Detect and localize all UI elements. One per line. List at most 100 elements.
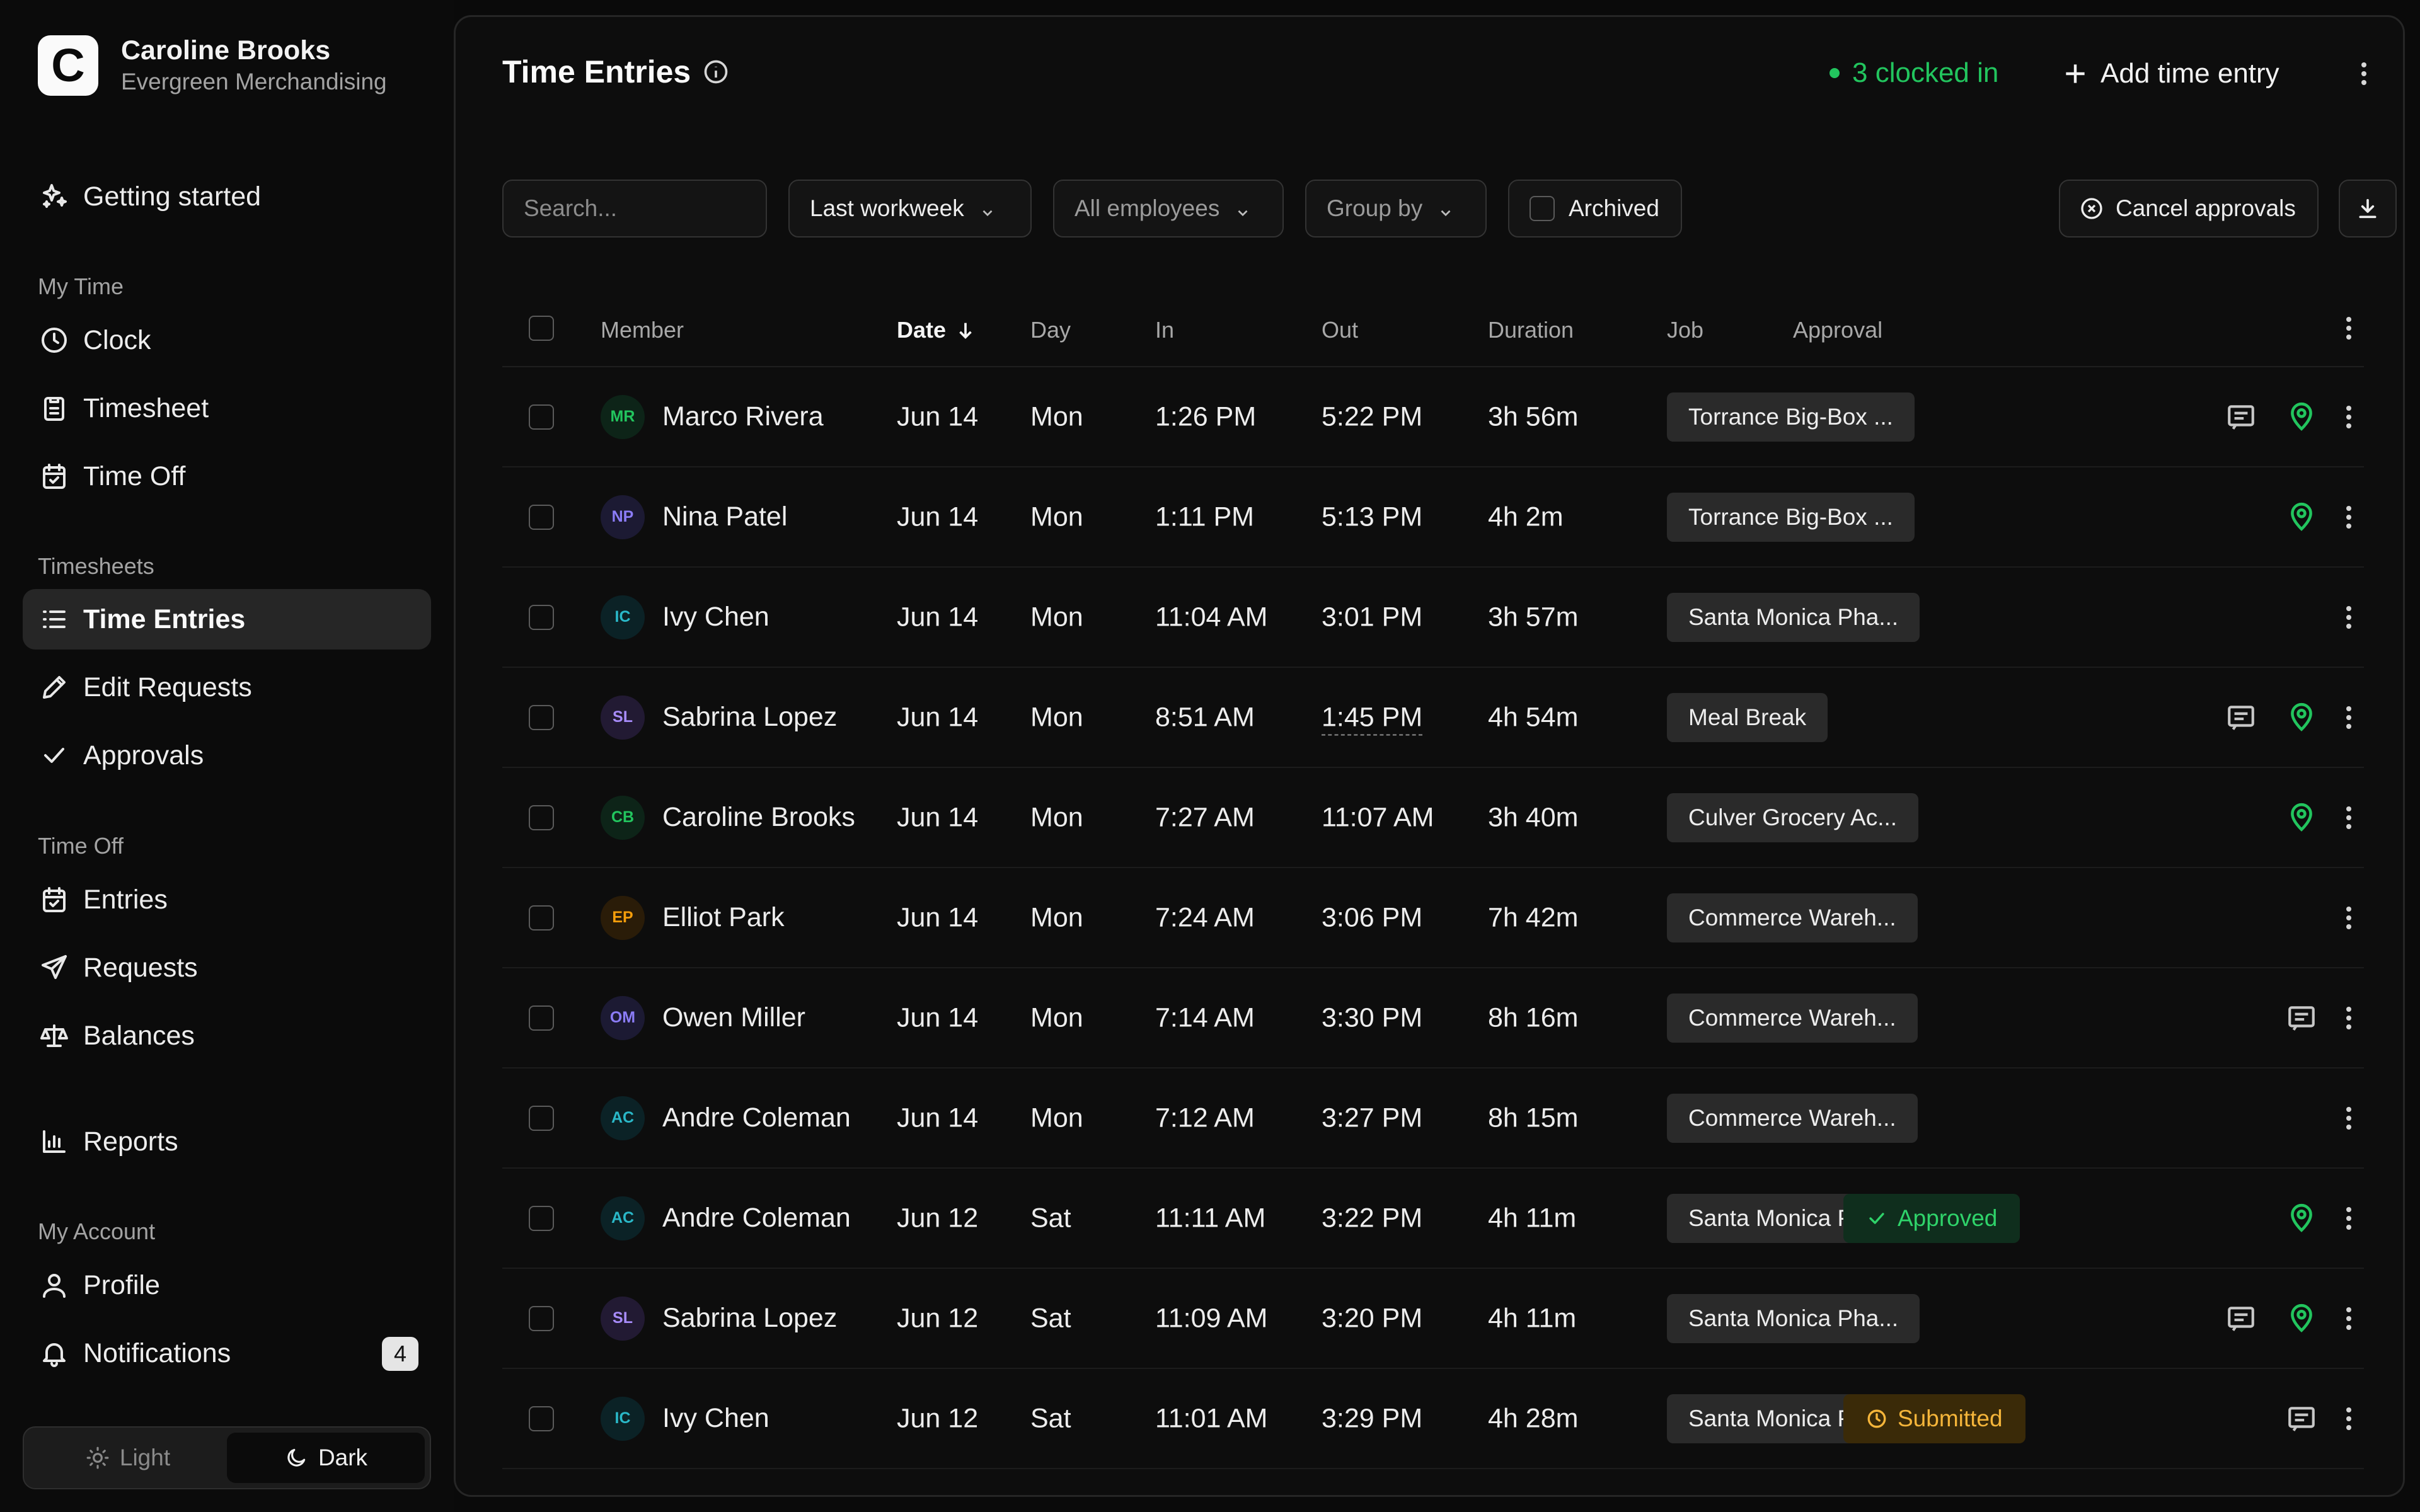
more-options-icon[interactable] <box>2349 55 2379 93</box>
row-checkbox[interactable] <box>529 705 554 730</box>
job-tag[interactable]: Torrance Big-Box ... <box>1667 492 1915 542</box>
sidebar-item-approvals[interactable]: Approvals <box>23 725 431 786</box>
note-icon[interactable] <box>2225 401 2257 433</box>
sidebar-item-getting-started[interactable]: Getting started <box>23 166 431 227</box>
location-pin-icon[interactable] <box>2286 501 2317 533</box>
row-checkbox[interactable] <box>529 1206 554 1231</box>
row-options-icon[interactable] <box>2334 398 2364 436</box>
theme-light-button[interactable]: Light <box>29 1433 227 1483</box>
table-row[interactable]: IC Ivy Chen Jun 14 Mon 11:04 AM 3:01 PM 3h 57m… <box>502 568 2364 668</box>
cancel-approvals-button[interactable]: Cancel approvals <box>2059 180 2319 238</box>
row-checkbox[interactable] <box>529 505 554 530</box>
location-pin-icon[interactable] <box>2286 1303 2317 1334</box>
sidebar-item-time-entries[interactable]: Time Entries <box>23 589 431 650</box>
member-cell[interactable]: EP Elliot Park <box>601 895 785 940</box>
column-day[interactable]: Day <box>1030 317 1071 343</box>
member-cell[interactable]: NP Nina Patel <box>601 495 787 539</box>
member-cell[interactable]: IC Ivy Chen <box>601 595 769 639</box>
add-time-entry-button[interactable]: Add time entry <box>2061 49 2279 99</box>
row-checkbox[interactable] <box>529 605 554 630</box>
table-row[interactable]: IC Ivy Chen Jun 12 Sat 11:01 AM 3:29 PM 4h 28m… <box>502 1369 2364 1469</box>
column-member[interactable]: Member <box>601 317 684 343</box>
member-cell[interactable]: AC Andre Coleman <box>601 1196 851 1240</box>
archived-toggle[interactable]: Archived <box>1508 180 1682 238</box>
row-checkbox[interactable] <box>529 1306 554 1331</box>
note-icon[interactable] <box>2286 1002 2317 1034</box>
note-icon[interactable] <box>2286 1403 2317 1435</box>
table-row[interactable]: EP Elliot Park Jun 14 Mon 7:24 AM 3:06 PM 7h 4… <box>502 868 2364 968</box>
member-cell[interactable]: OM Owen Miller <box>601 995 805 1040</box>
sidebar-item-timesheet[interactable]: Timesheet <box>23 378 431 438</box>
member-cell[interactable]: SL Sabrina Lopez <box>601 695 837 740</box>
job-tag[interactable]: Commerce Wareh... <box>1667 993 1918 1043</box>
row-options-icon[interactable] <box>2334 699 2364 736</box>
column-date[interactable]: Date <box>897 317 976 343</box>
column-out[interactable]: Out <box>1322 317 1358 343</box>
job-tag[interactable]: Commerce Wareh... <box>1667 1093 1918 1143</box>
row-options-icon[interactable] <box>2334 1400 2364 1438</box>
sidebar-item-reports[interactable]: Reports <box>23 1111 431 1172</box>
location-pin-icon[interactable] <box>2286 802 2317 833</box>
job-tag[interactable]: Meal Break <box>1667 692 1828 742</box>
theme-dark-button[interactable]: Dark <box>227 1433 425 1483</box>
column-options-icon[interactable] <box>2334 309 2364 347</box>
employees-select[interactable]: All employees <box>1053 180 1284 238</box>
member-cell[interactable]: IC Ivy Chen <box>601 1396 769 1441</box>
row-options-icon[interactable] <box>2334 899 2364 937</box>
member-cell[interactable]: SL Sabrina Lopez <box>601 1296 837 1341</box>
column-in[interactable]: In <box>1155 317 1174 343</box>
member-cell[interactable]: CB Caroline Brooks <box>601 795 855 840</box>
sidebar-item-notifications[interactable]: Notifications 4 <box>23 1323 431 1383</box>
row-checkbox[interactable] <box>529 404 554 430</box>
table-row[interactable]: OM Owen Miller Jun 14 Mon 7:14 AM 3:30 PM 8h 1… <box>502 968 2364 1068</box>
row-options-icon[interactable] <box>2334 1200 2364 1237</box>
note-icon[interactable] <box>2225 702 2257 733</box>
note-icon[interactable] <box>2225 1303 2257 1334</box>
location-pin-icon[interactable] <box>2286 1203 2317 1234</box>
account-switcher[interactable]: C Caroline Brooks Evergreen Merchandisin… <box>38 34 387 97</box>
job-tag[interactable]: Commerce Wareh... <box>1667 893 1918 942</box>
table-row[interactable]: AC Andre Coleman Jun 14 Mon 7:12 AM 3:27 PM 8h… <box>502 1068 2364 1169</box>
row-checkbox[interactable] <box>529 1406 554 1431</box>
archived-checkbox[interactable] <box>1530 196 1555 221</box>
row-options-icon[interactable] <box>2334 598 2364 636</box>
row-checkbox[interactable] <box>529 905 554 931</box>
select-all-checkbox[interactable] <box>529 316 554 341</box>
table-row[interactable]: SL Sabrina Lopez Jun 12 Sat 11:09 AM 3:20 PM 4… <box>502 1269 2364 1369</box>
sidebar-item-time-off[interactable]: Time Off <box>23 446 431 507</box>
row-checkbox[interactable] <box>529 805 554 830</box>
sidebar-item-requests[interactable]: Requests <box>23 937 431 998</box>
row-options-icon[interactable] <box>2334 999 2364 1037</box>
job-tag[interactable]: Culver Grocery Ac... <box>1667 793 1919 842</box>
sidebar-item-profile[interactable]: Profile <box>23 1255 431 1315</box>
table-row[interactable]: NP Nina Patel Jun 14 Mon 1:11 PM 5:13 PM 4h 2m… <box>502 467 2364 568</box>
job-tag[interactable]: Santa Monica Pha... <box>1667 1293 1920 1343</box>
download-button[interactable] <box>2339 180 2397 238</box>
row-options-icon[interactable] <box>2334 498 2364 536</box>
job-tag[interactable]: Santa Monica Pha... <box>1667 592 1920 642</box>
sidebar-item-balances[interactable]: Balances <box>23 1005 431 1066</box>
table-row[interactable]: CB Caroline Brooks Jun 14 Mon 7:27 AM 11:07 A… <box>502 768 2364 868</box>
clocked-in-indicator[interactable]: 3 clocked in <box>1829 57 1998 89</box>
group-by-select[interactable]: Group by <box>1305 180 1487 238</box>
row-options-icon[interactable] <box>2334 1099 2364 1137</box>
member-cell[interactable]: AC Andre Coleman <box>601 1096 851 1140</box>
table-row[interactable]: SL Sabrina Lopez Jun 14 Mon 8:51 AM 1:45 PM 4h… <box>502 668 2364 768</box>
table-row[interactable]: MR Marco Rivera Jun 14 Mon 1:26 PM 5:22 PM 3h … <box>502 367 2364 467</box>
info-icon[interactable] <box>702 58 730 86</box>
sidebar-item-entries[interactable]: Entries <box>23 869 431 930</box>
clock-out-cell[interactable]: 1:45 PM <box>1322 702 1422 733</box>
column-job[interactable]: Job <box>1667 317 1703 343</box>
row-checkbox[interactable] <box>529 1005 554 1031</box>
period-select[interactable]: Last workweek <box>788 180 1032 238</box>
search-input[interactable] <box>524 195 766 222</box>
column-approval[interactable]: Approval <box>1793 317 1882 343</box>
location-pin-icon[interactable] <box>2286 401 2317 433</box>
row-options-icon[interactable] <box>2334 1300 2364 1337</box>
member-cell[interactable]: MR Marco Rivera <box>601 394 824 439</box>
sidebar-item-clock[interactable]: Clock <box>23 310 431 370</box>
job-tag[interactable]: Torrance Big-Box ... <box>1667 392 1915 442</box>
location-pin-icon[interactable] <box>2286 702 2317 733</box>
table-row[interactable]: AC Andre Coleman Jun 12 Sat 11:11 AM 3:22 PM 4… <box>502 1169 2364 1269</box>
sidebar-item-edit-requests[interactable]: Edit Requests <box>23 657 431 718</box>
